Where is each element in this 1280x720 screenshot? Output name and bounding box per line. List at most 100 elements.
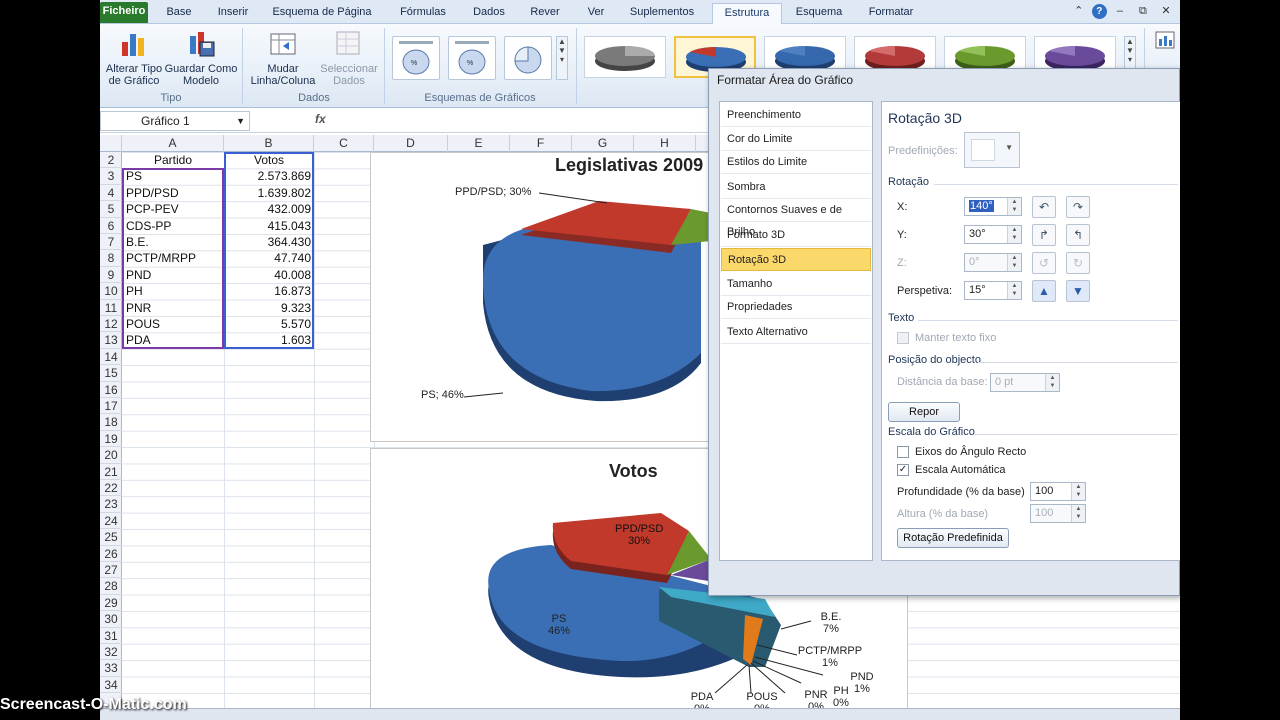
tab-base[interactable]: Base	[156, 3, 202, 24]
spinner-arrows[interactable]: ▲ ▼	[1071, 505, 1085, 522]
spinner-arrows[interactable]: ▲ ▼	[1007, 282, 1021, 299]
column-header[interactable]: C	[314, 135, 374, 152]
chart-legislativas[interactable]: Legislativas 2009 PPD/PSD; 30% PS; 46%	[370, 152, 711, 442]
row-header[interactable]: 17	[100, 398, 122, 415]
rotate-cw-icon[interactable]: ↻	[1066, 252, 1090, 274]
layouts-scroll[interactable]: ▲ ▼ ▾	[556, 36, 568, 80]
rotate-right-icon[interactable]: ↷	[1066, 196, 1090, 218]
nav-tamanho[interactable]: Tamanho	[721, 273, 871, 296]
tab-formatar[interactable]: Formatar	[856, 3, 926, 24]
chart-style-1[interactable]	[584, 36, 666, 78]
row-header[interactable]: 25	[100, 529, 122, 546]
distancia-input[interactable]: 0 pt ▲ ▼	[990, 373, 1060, 392]
tab-formulas[interactable]: Fórmulas	[390, 3, 456, 24]
narrow-field-icon[interactable]: ▲	[1032, 280, 1056, 302]
row-header[interactable]: 22	[100, 480, 122, 497]
move-chart-button[interactable]	[1152, 28, 1178, 53]
row-header[interactable]: 21	[100, 464, 122, 480]
spinner-arrows[interactable]: ▲ ▼	[1007, 198, 1021, 215]
tilt-up-icon[interactable]: ↱	[1032, 224, 1056, 246]
nav-contornos[interactable]: Contornos Suaves e de Brilho	[721, 199, 871, 238]
nav-sombra[interactable]: Sombra	[721, 176, 871, 199]
row-header[interactable]: 30	[100, 611, 122, 628]
nav-rotacao-3d[interactable]: Rotação 3D	[721, 248, 871, 271]
data-label-ppd[interactable]: PPD/PSD 30%	[615, 523, 663, 547]
layout-thumbnail-2[interactable]: %	[448, 36, 496, 80]
row-header[interactable]: 8	[100, 250, 122, 267]
row-header[interactable]: 7	[100, 234, 122, 251]
row-header[interactable]: 31	[100, 628, 122, 644]
tab-suplementos[interactable]: Suplementos	[622, 3, 702, 24]
perspectiva-input[interactable]: 15° ▲ ▼	[964, 281, 1022, 300]
close-icon[interactable]: ✕	[1156, 3, 1176, 19]
tab-inserir[interactable]: Inserir	[208, 3, 258, 24]
tab-rever[interactable]: Rever	[520, 3, 570, 24]
row-header[interactable]: 12	[100, 316, 122, 333]
profundidade-input[interactable]: 100 ▲ ▼	[1030, 482, 1086, 501]
layout-thumbnail-1[interactable]: %	[392, 36, 440, 80]
data-label-ph[interactable]: PH 0%	[831, 685, 851, 709]
column-header[interactable]: A	[122, 135, 224, 152]
chevron-down-icon[interactable]: ▼	[236, 112, 245, 130]
row-header[interactable]: 4	[100, 185, 122, 202]
rotacao-predefinida-button[interactable]: Rotação Predefinida	[897, 528, 1009, 548]
header-cell[interactable]: Partido	[122, 152, 224, 168]
row-header[interactable]: 5	[100, 201, 122, 218]
spinner-arrows[interactable]: ▲ ▼	[1045, 374, 1059, 391]
row-header[interactable]: 2	[100, 152, 122, 169]
row-header[interactable]: 11	[100, 300, 122, 316]
widen-field-icon[interactable]: ▼	[1066, 280, 1090, 302]
tilt-down-icon[interactable]: ↰	[1066, 224, 1090, 246]
tab-ficheiro[interactable]: Ficheiro	[100, 2, 148, 23]
minimize-icon[interactable]: –	[1110, 3, 1130, 19]
restore-icon[interactable]: ⧉	[1133, 3, 1153, 19]
chevron-up-icon[interactable]: ⌃	[1069, 3, 1089, 19]
x-rotation-input[interactable]: 140° ▲ ▼	[964, 197, 1022, 216]
data-label-ps[interactable]: PS; 46%	[421, 389, 464, 401]
row-header[interactable]: 9	[100, 267, 122, 284]
data-label-be[interactable]: B.E. 7%	[817, 611, 845, 635]
data-label-ppd[interactable]: PPD/PSD; 30%	[455, 186, 531, 198]
row-header[interactable]: 18	[100, 414, 122, 431]
spinner-arrows[interactable]: ▲ ▼	[1007, 254, 1021, 271]
data-label-pnd[interactable]: PND 1%	[847, 671, 877, 695]
tab-ver[interactable]: Ver	[576, 3, 616, 24]
y-rotation-input[interactable]: 30° ▲ ▼	[964, 225, 1022, 244]
nav-preenchimento[interactable]: Preenchimento	[721, 104, 871, 127]
column-header[interactable]: F	[510, 135, 572, 152]
row-header[interactable]: 27	[100, 562, 122, 579]
column-header[interactable]: G	[572, 135, 634, 152]
row-header[interactable]: 29	[100, 595, 122, 612]
row-header[interactable]: 26	[100, 546, 122, 562]
row-header[interactable]: 28	[100, 578, 122, 595]
fx-icon[interactable]: fx	[315, 112, 326, 126]
format-chart-area-dialog[interactable]: Formatar Área do Gráfico Preenchimento C…	[708, 68, 1180, 596]
altura-input[interactable]: 100 ▲ ▼	[1030, 504, 1086, 523]
manter-texto-checkbox[interactable]	[897, 332, 909, 344]
row-header[interactable]: 16	[100, 382, 122, 398]
escala-auto-checkbox[interactable]: ✓	[897, 464, 909, 476]
row-header[interactable]: 23	[100, 496, 122, 513]
select-data-button[interactable]: Seleccionar Dados	[316, 28, 382, 87]
repor-button[interactable]: Repor	[888, 402, 960, 422]
help-icon[interactable]: ?	[1091, 4, 1107, 19]
change-chart-type-button[interactable]: Alterar Tipo de Gráfico	[102, 28, 166, 87]
spinner-arrows[interactable]: ▲ ▼	[1071, 483, 1085, 500]
column-header[interactable]: E	[448, 135, 510, 152]
column-header[interactable]: H	[634, 135, 696, 152]
row-header[interactable]: 14	[100, 349, 122, 366]
column-header[interactable]: D	[374, 135, 448, 152]
tab-estrutura[interactable]: Estrutura	[712, 3, 782, 24]
row-header[interactable]: 6	[100, 218, 122, 234]
row-header[interactable]: 32	[100, 644, 122, 661]
switch-row-column-button[interactable]: Mudar Linha/Coluna	[246, 28, 320, 87]
save-template-button[interactable]: Guardar Como Modelo	[164, 28, 238, 87]
data-label-ps[interactable]: PS 46%	[543, 613, 575, 637]
spinner-arrows[interactable]: ▲ ▼	[1007, 226, 1021, 243]
select-all-corner[interactable]	[100, 135, 122, 152]
row-header[interactable]: 20	[100, 447, 122, 464]
row-header[interactable]: 15	[100, 365, 122, 382]
tab-esquema[interactable]: Esquema	[788, 3, 850, 24]
data-label-pctp[interactable]: PCTP/MRPP 1%	[797, 645, 863, 669]
row-header[interactable]: 34	[100, 677, 122, 694]
